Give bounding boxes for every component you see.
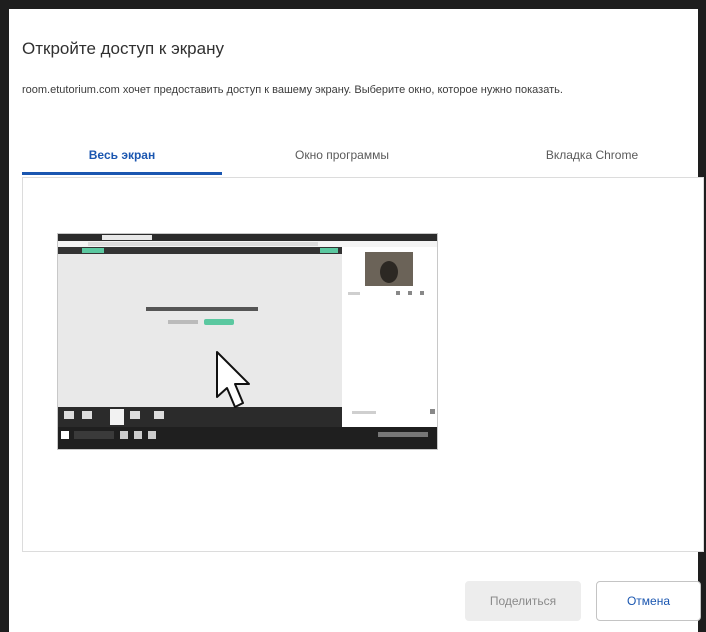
dialog-title: Откройте доступ к экрану	[22, 39, 224, 58]
window-frame-left	[0, 0, 9, 632]
screen-list-panel	[22, 178, 704, 552]
dialog-description: room.etutorium.com хочет предоставить до…	[22, 84, 563, 96]
screen-preview-image	[58, 234, 437, 449]
active-tab-indicator	[22, 172, 222, 175]
share-button[interactable]: Поделиться	[465, 581, 581, 621]
window-frame-top	[0, 0, 706, 9]
cancel-button[interactable]: Отмена	[596, 581, 701, 621]
source-tabs: Весь экран Окно программы Вкладка Chrome	[22, 141, 704, 175]
share-screen-dialog: Откройте доступ к экрану room.etutorium.…	[9, 9, 704, 632]
tab-entire-screen[interactable]: Весь экран	[22, 141, 222, 172]
tab-application-window[interactable]: Окно программы	[232, 141, 452, 172]
screen-thumbnail[interactable]	[57, 233, 438, 450]
tab-chrome-tab[interactable]: Вкладка Chrome	[482, 141, 702, 172]
